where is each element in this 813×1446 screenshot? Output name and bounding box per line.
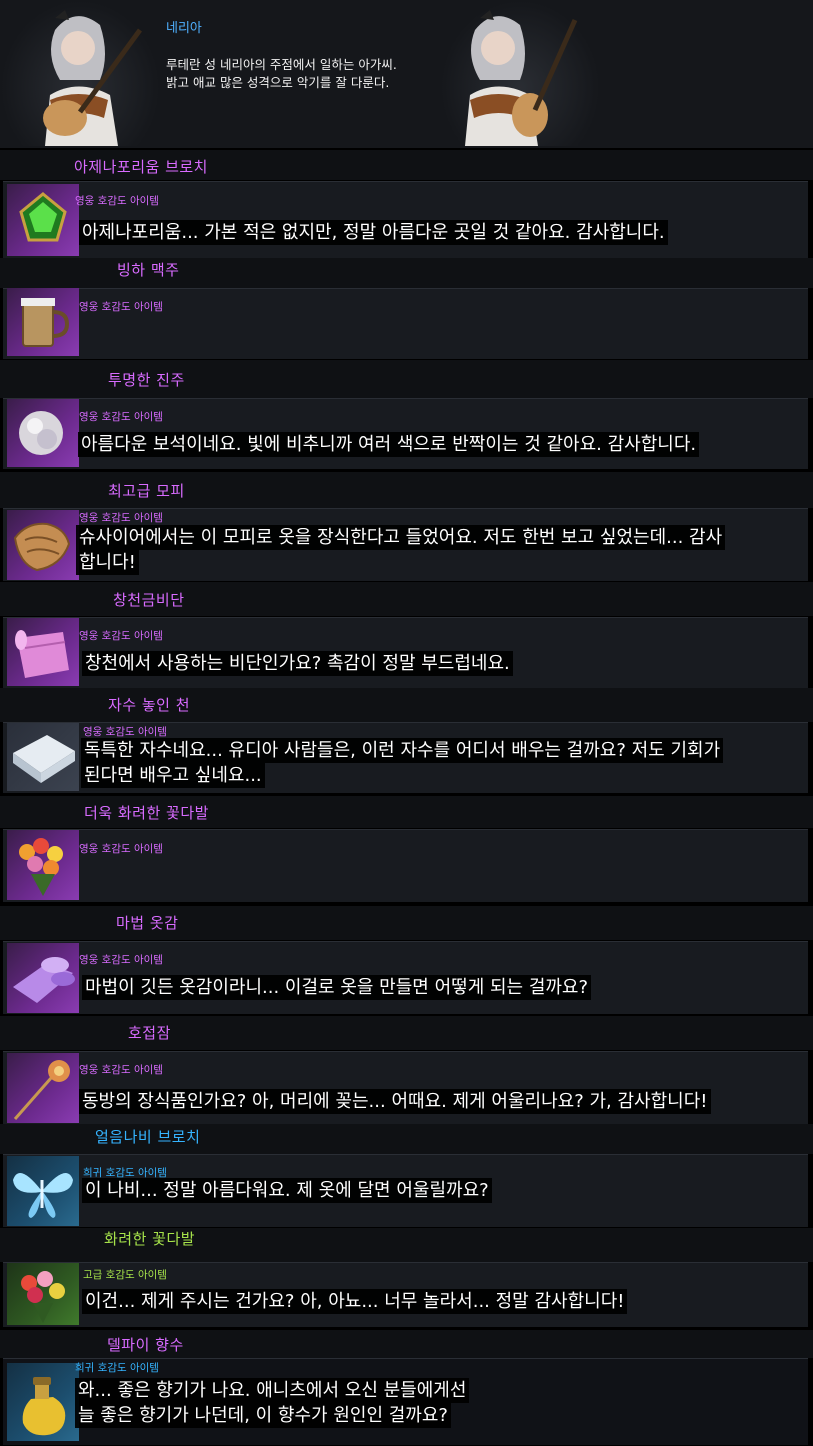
item-name: 아제나포리움 브로치 — [74, 158, 208, 176]
item-card[interactable]: 희귀 호감도 아이템 이 나비... 정말 아름다워요. 제 옷에 달면 어울릴… — [3, 1154, 808, 1227]
item-grade: 희귀 호감도 아이템 — [75, 1362, 159, 1374]
item-grade: 고급 호감도 아이템 — [83, 1269, 167, 1281]
item-card[interactable]: 영웅 호감도 아이템 마법이 깃든 옷감이라니... 이걸로 옷을 만들면 어떻… — [3, 941, 808, 1014]
item-quote-line: 창천에서 사용하는 비단인가요? 촉감이 정말 부드럽네요. — [82, 651, 513, 676]
bouquet-icon — [7, 830, 79, 900]
item-name: 호접잠 — [128, 1024, 171, 1042]
flower-bouquet-icon — [7, 1263, 79, 1325]
item-name: 더욱 화려한 꽃다발 — [84, 804, 209, 822]
item-card[interactable]: 영웅 호감도 아이템 — [3, 829, 808, 902]
npc-description-line-1: 루테란 성 네리아의 주점에서 일하는 아가씨. — [166, 57, 397, 72]
item-grade: 영웅 호감도 아이템 — [79, 630, 163, 642]
green-gem-brooch-icon — [7, 184, 79, 256]
item-card[interactable]: 희귀 호감도 아이템 와... 좋은 향기가 나요. 애니츠에서 오신 분들에게… — [3, 1358, 808, 1445]
npc-description-line-2: 밝고 애교 많은 성격으로 악기를 잘 다룬다. — [166, 75, 390, 90]
npc-portrait-right — [440, 0, 600, 146]
item-quote-line: 독특한 자수네요... 유디아 사람들은, 이런 자수를 어디서 배우는 걸까요… — [81, 738, 724, 763]
npc-header: 네리아 루테란 성 네리아의 주점에서 일하는 아가씨. 밝고 애교 많은 성격… — [0, 0, 813, 148]
item-card[interactable]: 영웅 호감도 아이템 독특한 자수네요... 유디아 사람들은, 이런 자수를 … — [3, 722, 808, 793]
beer-mug-icon — [7, 288, 79, 356]
npc-name: 네리아 — [166, 21, 202, 36]
item-quote-line: 된다면 배우고 싶네요... — [81, 763, 265, 788]
item-card[interactable]: 영웅 호감도 아이템 아름다운 보석이네요. 빛에 비추니까 여러 색으로 반짝… — [3, 398, 808, 469]
folded-cloth-icon — [7, 723, 79, 791]
item-quote-line: 슈사이어에서는 이 모피로 옷을 장식한다고 들었어요. 저도 한번 보고 싶었… — [76, 525, 726, 550]
item-name: 최고급 모피 — [108, 482, 185, 500]
item-card[interactable]: 영웅 호감도 아이템 창천에서 사용하는 비단인가요? 촉감이 정말 부드럽네요… — [3, 617, 808, 688]
item-quote-line: 동방의 장식품인가요? 아, 머리에 꽂는... 어때요. 제게 어울리나요? … — [79, 1089, 711, 1114]
item-title-band — [0, 1016, 813, 1050]
item-name: 창천금비단 — [113, 591, 185, 609]
item-quote-line: 합니다! — [76, 550, 139, 575]
item-name: 마법 옷감 — [116, 914, 179, 932]
perfume-bottle-icon — [7, 1363, 79, 1441]
item-quote-line: 아름다운 보석이네요. 빛에 비추니까 여러 색으로 반짝이는 것 같아요. 감… — [78, 432, 700, 457]
pearl-icon — [7, 399, 79, 467]
silk-scroll-icon — [7, 618, 79, 686]
item-quote-line: 이 나비... 정말 아름다워요. 제 옷에 달면 어울릴까요? — [82, 1178, 492, 1203]
item-name: 델파이 향수 — [107, 1336, 184, 1354]
item-quote-line: 마법이 깃든 옷감이라니... 이걸로 옷을 만들면 어떻게 되는 걸까요? — [82, 975, 592, 1000]
fur-icon — [7, 510, 79, 580]
npc-portrait-left — [0, 0, 160, 146]
item-grade: 영웅 호감도 아이템 — [75, 195, 159, 207]
item-grade: 영웅 호감도 아이템 — [83, 726, 167, 738]
item-name: 화려한 꽃다발 — [104, 1230, 196, 1248]
item-name: 얼음나비 브로치 — [95, 1128, 201, 1146]
item-grade: 영웅 호감도 아이템 — [79, 411, 163, 423]
item-name: 빙하 맥주 — [117, 261, 180, 279]
item-card[interactable]: 영웅 호감도 아이템 동방의 장식품인가요? 아, 머리에 꽂는... 어때요.… — [3, 1051, 808, 1124]
item-grade: 영웅 호감도 아이템 — [79, 512, 163, 524]
item-card[interactable]: 영웅 호감도 아이템 아제나포리움... 가본 적은 없지만, 정말 아름다운 … — [3, 181, 808, 258]
item-card[interactable]: 고급 호감도 아이템 이건... 제게 주시는 건가요? 아, 아뇨... 너무… — [3, 1262, 808, 1327]
item-quote-line: 아제나포리움... 가본 적은 없지만, 정말 아름다운 곳일 것 같아요. 감… — [79, 220, 668, 245]
hairpin-icon — [7, 1053, 79, 1123]
item-grade: 영웅 호감도 아이템 — [79, 843, 163, 855]
item-grade: 영웅 호감도 아이템 — [79, 301, 163, 313]
item-name: 투명한 진주 — [108, 371, 185, 389]
item-grade: 영웅 호감도 아이템 — [79, 1064, 163, 1076]
item-card[interactable]: 영웅 호감도 아이템 슈사이어에서는 이 모피로 옷을 장식한다고 들었어요. … — [3, 508, 808, 581]
item-card[interactable]: 영웅 호감도 아이템 — [3, 288, 808, 359]
ice-butterfly-icon — [7, 1156, 79, 1226]
item-quote-line: 와... 좋은 향기가 나요. 애니츠에서 오신 분들에게선 — [75, 1378, 470, 1403]
magic-fabric-icon — [7, 943, 79, 1013]
item-name: 자수 놓인 천 — [108, 696, 191, 714]
item-quote-line: 이건... 제게 주시는 건가요? 아, 아뇨... 너무 놀라서... 정말 … — [82, 1289, 628, 1314]
item-quote-line: 늘 좋은 향기가 나던데, 이 향수가 원인인 걸까요? — [75, 1403, 451, 1428]
item-grade: 영웅 호감도 아이템 — [79, 954, 163, 966]
